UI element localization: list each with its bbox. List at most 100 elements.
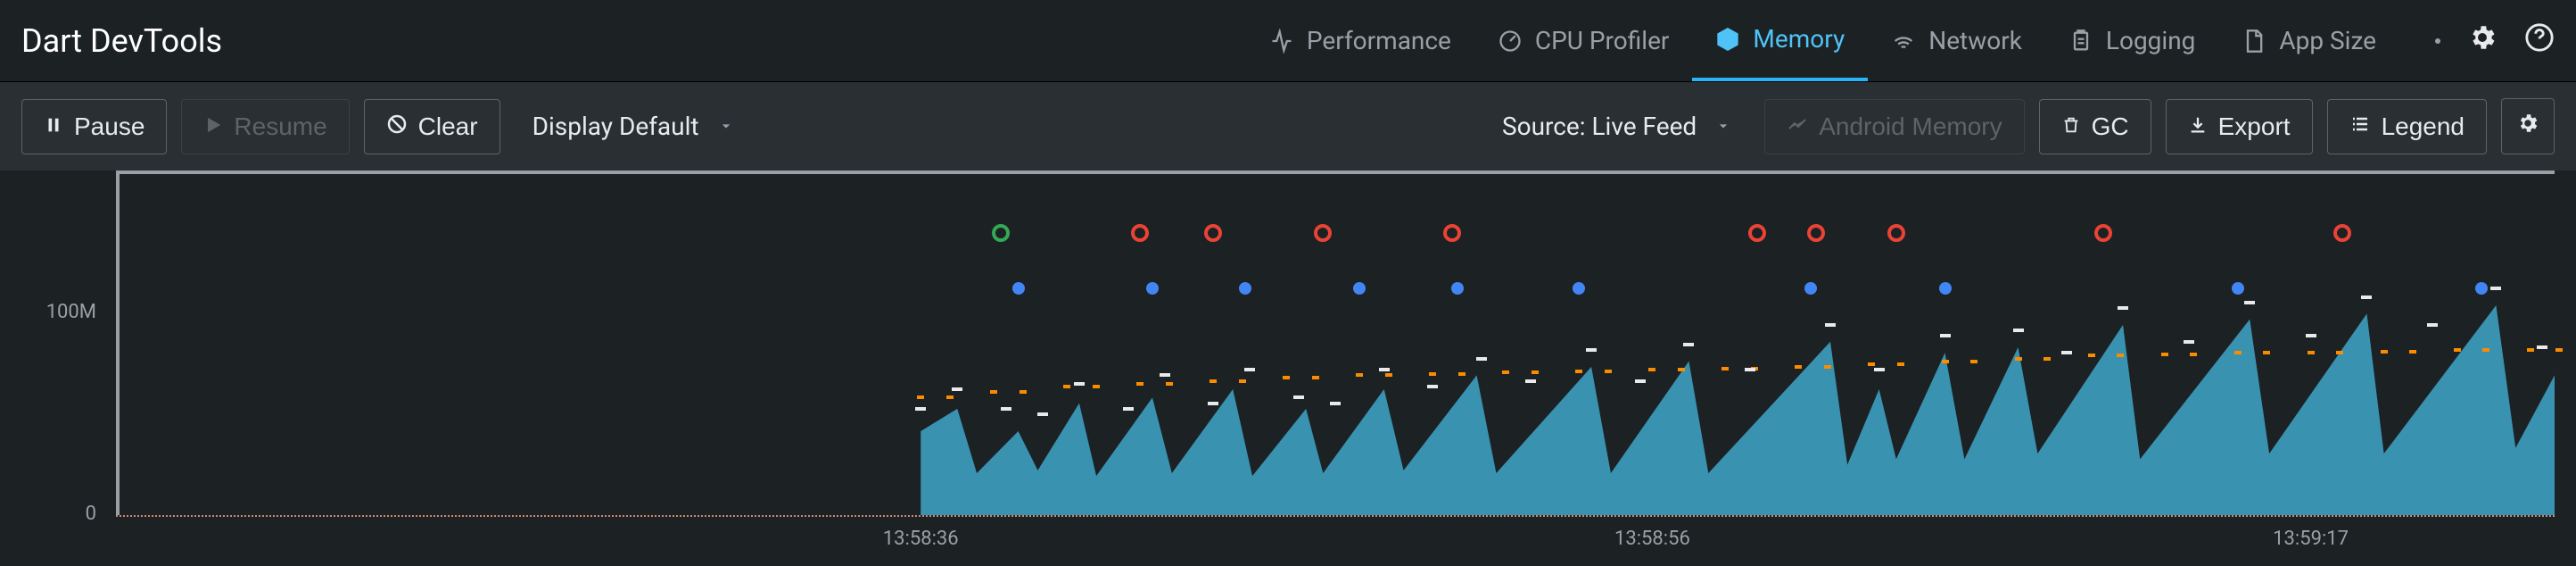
header-actions (2435, 22, 2555, 59)
tab-label: CPU Profiler (1535, 26, 1670, 55)
tab-memory[interactable]: Memory (1692, 0, 1868, 81)
capacity-dash (1721, 367, 1729, 370)
rss-tick (1586, 348, 1597, 352)
app-header: Dart DevTools Performance CPU Profiler M… (0, 0, 2576, 82)
capacity-dash (1312, 376, 1319, 379)
red-event-marker (1807, 224, 1825, 242)
rss-tick (1825, 323, 1836, 327)
capacity-dash (2015, 357, 2022, 361)
capacity-dash (1458, 372, 1466, 376)
y-tick-label: 100M (46, 301, 96, 323)
capacity-dash (1210, 379, 1217, 383)
plot-area[interactable] (116, 171, 2555, 528)
clipboard-icon (2068, 29, 2093, 54)
rss-tick (1635, 379, 1646, 383)
capacity-dash (2527, 348, 2534, 352)
gc-event-dot (2475, 282, 2488, 295)
tab-label: Performance (1307, 26, 1451, 55)
chart-settings-button[interactable] (2501, 98, 2555, 154)
capacity-dash (1093, 385, 1100, 388)
rss-tick (2184, 340, 2194, 344)
capacity-dash (1824, 365, 1831, 369)
rss-tick (2306, 334, 2316, 337)
button-label: Android Memory (1819, 112, 2002, 141)
rss-tick (2244, 301, 2255, 304)
pulse-icon (1269, 29, 1294, 54)
x-axis: 13:58:3613:58:5613:59:17 (116, 528, 2555, 554)
capacity-dash (2161, 353, 2168, 356)
settings-icon[interactable] (2467, 22, 2498, 59)
rss-tick (2490, 287, 2501, 290)
capacity-dash (2381, 350, 2388, 354)
gc-event-dot (1939, 282, 1952, 295)
button-label: GC (2092, 112, 2129, 141)
resume-button[interactable]: Resume (181, 99, 349, 154)
tab-label: Logging (2106, 26, 2196, 55)
tab-performance[interactable]: Performance (1246, 0, 1474, 81)
capacity-dash (2409, 350, 2416, 354)
rss-tick (1074, 382, 1085, 386)
clear-button[interactable]: Clear (364, 99, 500, 154)
rss-tick (1293, 395, 1304, 399)
capacity-dash (1356, 373, 1363, 377)
green-event-marker (992, 224, 1010, 242)
rss-tick (1208, 402, 1218, 405)
capacity-dash (1532, 370, 1539, 374)
play-icon (203, 112, 223, 141)
button-label: Export (2218, 112, 2291, 141)
x-tick-label: 13:58:36 (883, 528, 959, 550)
gc-event-dot (1804, 282, 1817, 295)
rss-tick (1427, 385, 1438, 388)
display-dropdown[interactable]: Display Default (515, 99, 753, 154)
export-button[interactable]: Export (2166, 99, 2313, 154)
button-label: Pause (74, 112, 144, 141)
tab-logging[interactable]: Logging (2045, 0, 2219, 81)
x-tick-label: 13:59:17 (2273, 528, 2349, 550)
capacity-dash (917, 395, 924, 399)
capacity-dash (2263, 351, 2270, 354)
rss-tick (1683, 343, 1694, 346)
rss-tick (2013, 329, 2024, 332)
app-title: Dart DevTools (21, 22, 222, 60)
block-icon (386, 112, 408, 141)
gc-button[interactable]: GC (2039, 99, 2151, 154)
capacity-dash (1385, 373, 1392, 377)
source-dropdown[interactable]: Source: Live Feed (1484, 99, 1750, 154)
capacity-dash (1063, 385, 1070, 388)
rss-tick (1037, 412, 1048, 416)
rss-tick (1525, 379, 1536, 383)
capacity-dash (1502, 370, 1509, 374)
list-icon (2349, 112, 2371, 141)
tab-cpu-profiler[interactable]: CPU Profiler (1474, 0, 1693, 81)
gauge-icon (1498, 29, 1523, 54)
gc-event-dot (1353, 282, 1366, 295)
chevron-down-icon (717, 112, 735, 141)
tab-label: Memory (1753, 24, 1845, 54)
tab-app-size[interactable]: App Size (2218, 0, 2399, 81)
capacity-dash (946, 395, 954, 399)
capacity-dash (1648, 368, 1655, 371)
capacity-dash (1166, 382, 1173, 386)
trash-icon (2061, 112, 2081, 141)
gc-event-dot (1451, 282, 1464, 295)
button-label: Legend (2382, 112, 2465, 141)
help-icon[interactable] (2524, 22, 2555, 59)
rss-tick (2427, 323, 2438, 327)
rss-tick (1001, 407, 1011, 411)
capacity-dash (2190, 353, 2197, 356)
tab-network[interactable]: Network (1868, 0, 2045, 81)
capacity-dash (2454, 348, 2461, 352)
nav-tabs: Performance CPU Profiler Memory Network … (1246, 0, 2399, 81)
capacity-dash (2555, 348, 2563, 352)
gc-event-dot (2232, 282, 2244, 295)
y-axis: 100M 0 (0, 171, 107, 519)
pause-button[interactable]: Pause (21, 99, 167, 154)
memory-toolbar: Pause Resume Clear Display Default Sourc… (0, 82, 2576, 171)
android-memory-button[interactable]: Android Memory (1764, 99, 2024, 154)
capacity-dash (990, 390, 997, 394)
legend-button[interactable]: Legend (2327, 99, 2487, 154)
rss-tick (1940, 334, 1951, 337)
baseline (116, 515, 2555, 517)
package-icon (1715, 27, 1740, 52)
rss-tick (915, 407, 926, 411)
